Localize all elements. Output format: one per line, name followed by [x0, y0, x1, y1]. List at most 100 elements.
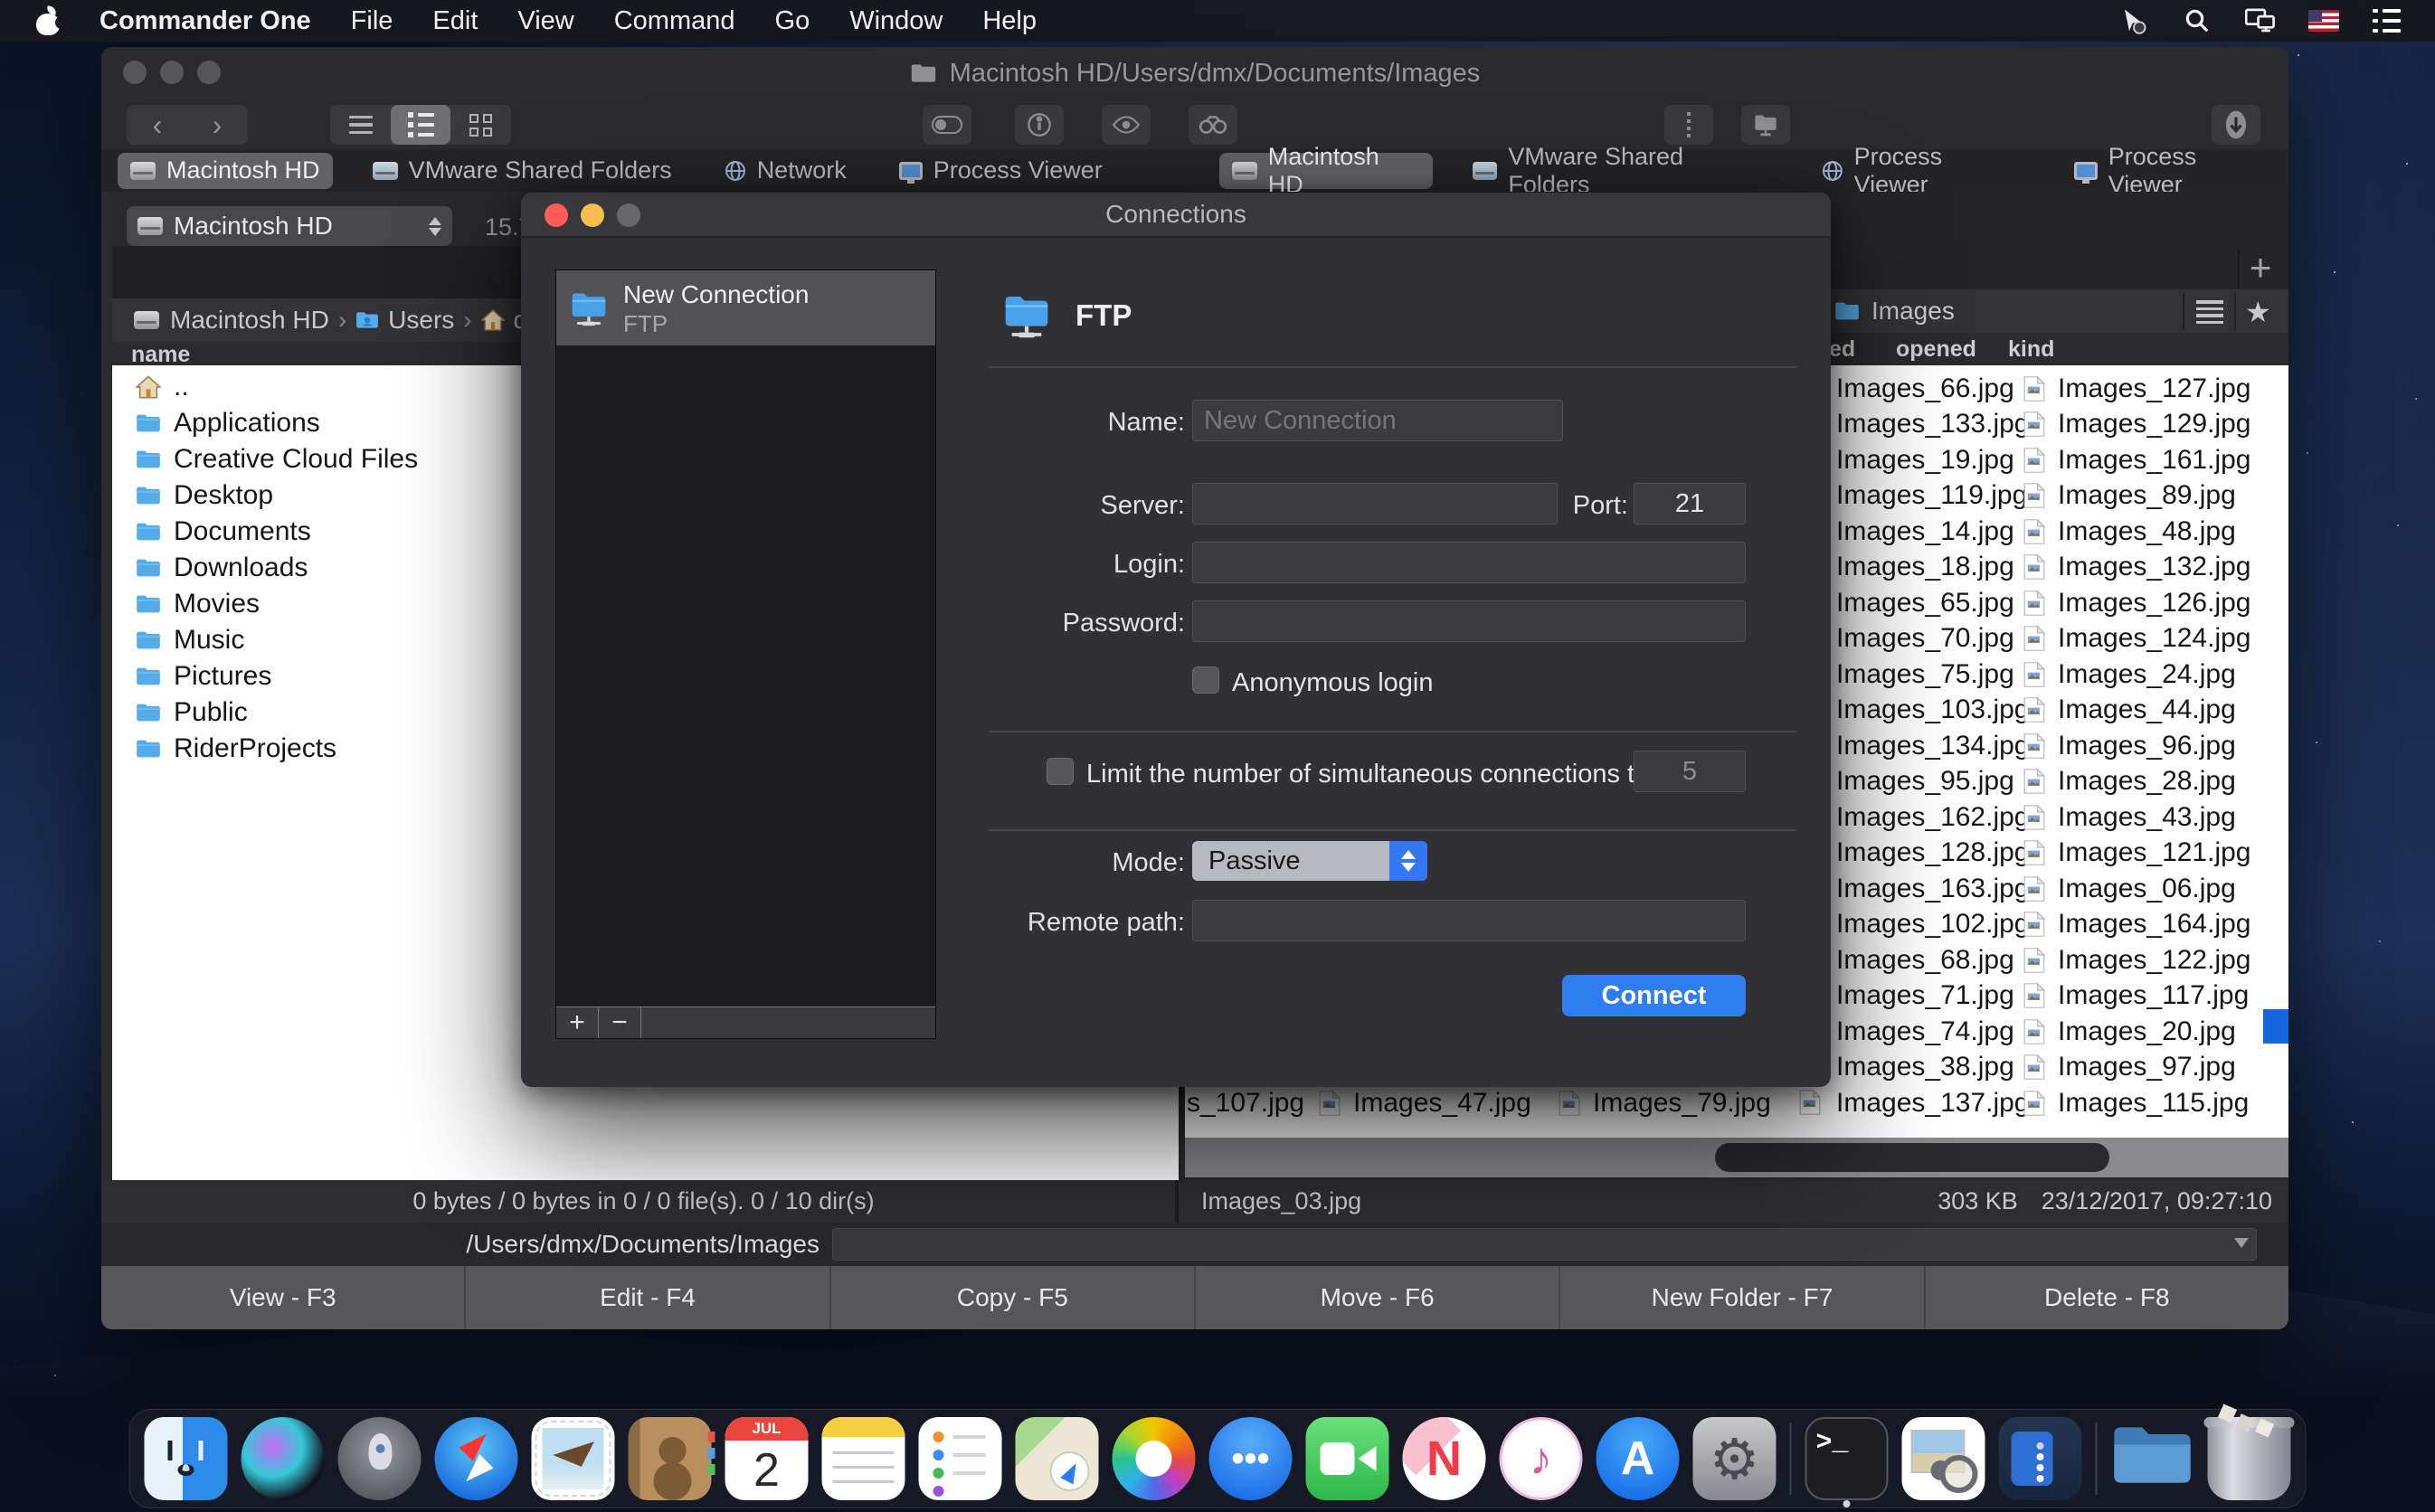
limit-connections-field[interactable]: 5: [1634, 751, 1746, 792]
dock-launchpad-icon[interactable]: [338, 1417, 422, 1500]
menu-item[interactable]: Go: [775, 6, 810, 36]
file-row[interactable]: Images_97.jpg: [2023, 1050, 2251, 1086]
function-key-button[interactable]: Move - F6: [1194, 1266, 1559, 1329]
quicklook-eye-button[interactable]: [1102, 105, 1151, 145]
dock-commander-one-icon[interactable]: [1999, 1417, 2082, 1500]
file-row[interactable]: Images_20.jpg: [2023, 1014, 2251, 1050]
tab-vmware-shared-folders-right[interactable]: VMware Shared Folders: [1460, 153, 1782, 189]
horizontal-scrollbar[interactable]: [1185, 1138, 2288, 1177]
menu-list-icon[interactable]: [2372, 5, 2402, 36]
file-row[interactable]: Images_137.jpg: [1836, 1085, 2030, 1121]
back-button[interactable]: ‹: [128, 105, 187, 145]
file-row[interactable]: Images_06.jpg: [2023, 871, 2251, 907]
dialog-close-button[interactable]: [545, 203, 568, 227]
info-button[interactable]: [1015, 105, 1064, 145]
dock-contacts-icon[interactable]: [629, 1417, 712, 1500]
file-row[interactable]: Images_128.jpg: [1836, 836, 2030, 872]
tab-macintosh-hd[interactable]: Macintosh HD: [118, 153, 333, 189]
function-key-button[interactable]: Edit - F4: [464, 1266, 829, 1329]
dock-reminders-icon[interactable]: [919, 1417, 1002, 1500]
dock-photos-icon[interactable]: [1113, 1417, 1196, 1500]
file-row[interactable]: Images_102.jpg: [1836, 907, 2030, 943]
view-grid-button[interactable]: [450, 105, 510, 145]
password-input[interactable]: [1193, 601, 1745, 641]
displays-icon[interactable]: [2245, 5, 2276, 36]
breadcrumb-item[interactable]: Macintosh HD: [170, 306, 329, 335]
login-input[interactable]: [1193, 543, 1745, 582]
file-row[interactable]: Images_163.jpg: [1836, 871, 2030, 907]
file-row[interactable]: Images_38.jpg: [1836, 1050, 2030, 1086]
file-row[interactable]: Images_75.jpg: [1836, 657, 2030, 693]
file-row[interactable]: Images_129.jpg: [2023, 407, 2251, 443]
dock-siri-icon[interactable]: [242, 1417, 325, 1500]
file-row[interactable]: Images_134.jpg: [1836, 728, 2030, 764]
file-row[interactable]: Images_19.jpg: [1836, 442, 2030, 478]
file-row[interactable]: Images_95.jpg: [1836, 764, 2030, 800]
file-row[interactable]: Images_96.jpg: [2023, 728, 2251, 764]
tab-process-viewer[interactable]: Process Viewer: [886, 153, 1115, 189]
dock-appstore-icon[interactable]: A: [1596, 1417, 1680, 1500]
file-row[interactable]: Images_68.jpg: [1836, 942, 2030, 978]
file-row[interactable]: Images_14.jpg: [1836, 514, 2030, 550]
file-row[interactable]: Images_127.jpg: [2023, 371, 2251, 407]
mode-dropdown[interactable]: Passive: [1192, 841, 1427, 881]
file-row[interactable]: Images_70.jpg: [1836, 621, 2030, 657]
file-row[interactable]: Images_162.jpg: [1836, 799, 2030, 836]
download-button[interactable]: [2212, 105, 2260, 145]
file-row-partial[interactable]: s_107.jpg: [1187, 1085, 1304, 1121]
dock-system-preferences-icon[interactable]: ⚙: [1693, 1417, 1777, 1500]
apple-menu-icon[interactable]: [34, 6, 62, 35]
tab-macintosh-hd-right[interactable]: Macintosh HD: [1219, 153, 1433, 189]
file-row[interactable]: Images_103.jpg: [1836, 693, 2030, 729]
breadcrumb-item[interactable]: Users: [388, 306, 454, 335]
view-detail-button[interactable]: [391, 105, 450, 145]
file-row[interactable]: Images_66.jpg: [1836, 371, 2030, 407]
view-options-icon[interactable]: [2196, 300, 2223, 324]
dock-notes-icon[interactable]: [822, 1417, 905, 1500]
file-row[interactable]: Images_43.jpg: [2023, 799, 2251, 836]
new-tab-plus-button[interactable]: +: [2238, 250, 2281, 289]
function-key-button[interactable]: Delete - F8: [1924, 1266, 2288, 1329]
file-row[interactable]: Images_126.jpg: [2023, 585, 2251, 621]
scrollbar-thumb[interactable]: [1715, 1143, 2109, 1172]
file-row[interactable]: Images_133.jpg: [1836, 407, 2030, 443]
spotlight-search-icon[interactable]: [2182, 5, 2212, 36]
file-row[interactable]: Images_119.jpg: [1836, 478, 2030, 515]
file-row[interactable]: Images_161.jpg: [2023, 442, 2251, 478]
keyboard-layout-flag-icon[interactable]: [2308, 5, 2339, 36]
name-input[interactable]: [1193, 401, 1562, 440]
tab-vmware-shared-folders[interactable]: VMware Shared Folders: [360, 153, 685, 189]
file-row[interactable]: Images_117.jpg: [2023, 978, 2251, 1015]
close-button[interactable]: [123, 61, 147, 84]
search-binoculars-button[interactable]: [1189, 105, 1237, 145]
dialog-titlebar[interactable]: Connections: [521, 193, 1831, 238]
selected-file-highlight[interactable]: [2263, 1009, 2288, 1044]
remote-path-input[interactable]: [1193, 901, 1745, 940]
function-key-button[interactable]: View - F3: [101, 1266, 464, 1329]
file-row[interactable]: Images_115.jpg: [2023, 1085, 2251, 1121]
tab-network-right[interactable]: Process Viewer: [1809, 153, 2034, 189]
favorites-star-icon[interactable]: ★: [2245, 295, 2271, 329]
archive-zip-button[interactable]: [1664, 105, 1713, 145]
dock-facetime-icon[interactable]: [1306, 1417, 1389, 1500]
menu-item[interactable]: Help: [982, 6, 1037, 36]
file-row[interactable]: Images_71.jpg: [1836, 978, 2030, 1015]
menu-item[interactable]: File: [351, 6, 393, 36]
menu-item[interactable]: Window: [849, 6, 943, 36]
dock-itunes-icon[interactable]: ♪: [1500, 1417, 1583, 1500]
network-folder-button[interactable]: [1741, 105, 1790, 145]
connection-list-item-selected[interactable]: New Connection FTP: [556, 270, 935, 345]
file-row[interactable]: Images_47.jpg: [1319, 1085, 1531, 1121]
file-row[interactable]: Images_48.jpg: [2023, 514, 2251, 550]
function-key-button[interactable]: New Folder - F7: [1559, 1266, 1923, 1329]
file-row[interactable]: Images_79.jpg: [1559, 1085, 1771, 1121]
port-field[interactable]: 21: [1634, 483, 1746, 524]
history-chevron-icon[interactable]: [2234, 1238, 2249, 1248]
app-menu-title[interactable]: Commander One: [99, 6, 311, 36]
file-row[interactable]: Images_18.jpg: [1836, 550, 2030, 586]
add-connection-button[interactable]: +: [556, 1007, 599, 1038]
screen-sharing-cursor-icon[interactable]: [2118, 5, 2149, 36]
dock-maps-icon[interactable]: [1016, 1417, 1099, 1500]
menu-item[interactable]: Edit: [432, 6, 478, 36]
dialog-minimize-button[interactable]: [581, 203, 604, 227]
